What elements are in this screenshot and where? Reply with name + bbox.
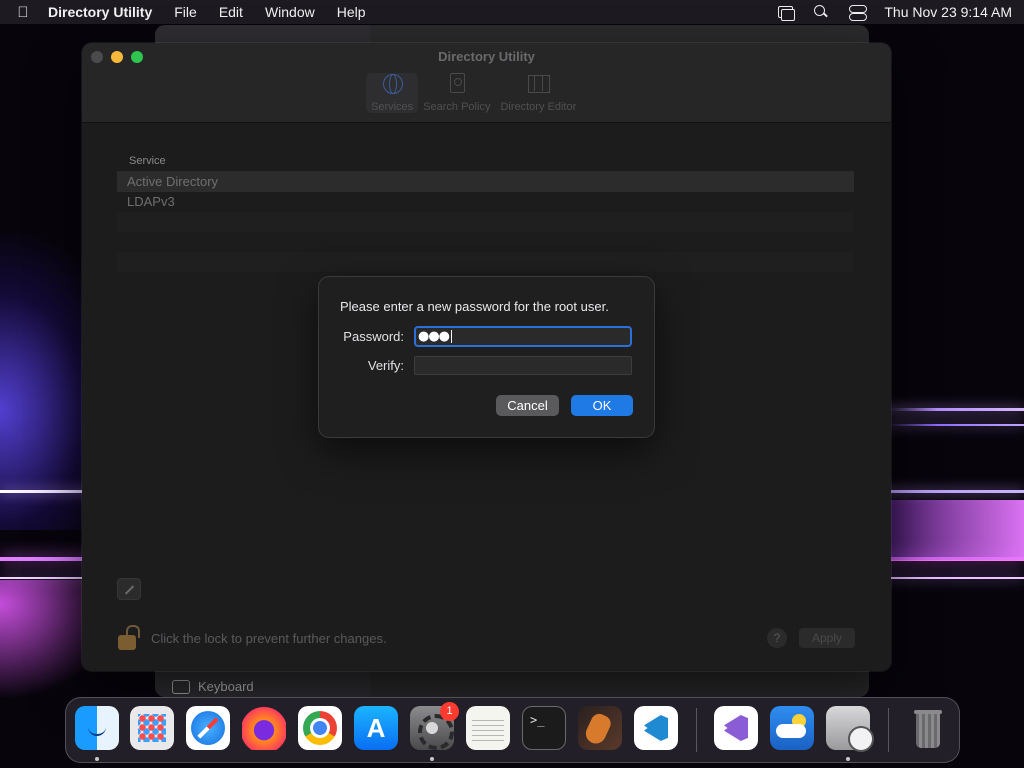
cancel-button[interactable]: Cancel xyxy=(496,395,559,416)
toolbar-directory-editor[interactable]: Directory Editor xyxy=(495,73,581,113)
menu-bar:  Directory Utility File Edit Window Hel… xyxy=(0,0,1024,24)
settings-icon[interactable]: 1 xyxy=(410,702,459,750)
directory-utility-icon[interactable] xyxy=(826,706,874,752)
wallpaper-glow xyxy=(874,500,1024,560)
text-caret xyxy=(451,330,453,343)
wallpaper-band xyxy=(880,424,1024,426)
trash-icon[interactable] xyxy=(906,706,950,750)
document-search-icon xyxy=(445,73,469,95)
password-value: ●●● xyxy=(418,329,450,344)
sidebar-item-label: Keyboard xyxy=(198,679,254,694)
table-row[interactable]: LDAPv3 xyxy=(117,192,854,212)
edit-service-button[interactable] xyxy=(117,578,141,600)
safari-icon[interactable] xyxy=(186,706,230,750)
visualstudio-icon[interactable] xyxy=(714,706,758,750)
running-indicator xyxy=(846,757,850,761)
chrome-icon[interactable] xyxy=(298,706,342,750)
pencil-icon xyxy=(124,585,135,595)
vscode-icon[interactable] xyxy=(634,706,678,750)
lock-message: Click the lock to prevent further change… xyxy=(151,630,387,646)
map-icon xyxy=(526,73,551,95)
globe-icon xyxy=(380,73,404,95)
toolbar-search-policy[interactable]: Search Policy xyxy=(418,73,495,113)
textedit-icon[interactable] xyxy=(466,706,510,750)
table-row-empty xyxy=(117,232,854,252)
dock: 1 xyxy=(65,697,960,763)
notification-badge: 1 xyxy=(440,702,459,721)
sidebar-item-keyboard[interactable]: Keyboard xyxy=(172,679,254,694)
control-center-icon[interactable] xyxy=(848,5,868,21)
toolbar-services[interactable]: Services xyxy=(366,73,419,113)
apply-button[interactable]: Apply xyxy=(799,628,855,648)
dialog-message: Please enter a new password for the root… xyxy=(340,299,609,314)
launchpad-icon[interactable] xyxy=(130,706,174,750)
keyboard-icon xyxy=(172,679,190,694)
password-label: Password: xyxy=(343,329,404,344)
menu-edit[interactable]: Edit xyxy=(219,4,243,20)
window-footer: Click the lock to prevent further change… xyxy=(118,623,855,653)
spotlight-search-icon[interactable] xyxy=(812,5,830,19)
help-button[interactable]: ? xyxy=(767,628,787,648)
menu-file[interactable]: File xyxy=(174,4,197,20)
finder-icon[interactable] xyxy=(75,706,119,750)
appstore-icon[interactable] xyxy=(354,706,398,750)
table-header-service[interactable]: Service xyxy=(117,150,854,172)
table-row-empty xyxy=(117,252,854,272)
menu-window[interactable]: Window xyxy=(265,4,315,20)
running-indicator xyxy=(95,757,99,761)
terminal-icon[interactable] xyxy=(522,706,566,750)
app-menu[interactable]: Directory Utility xyxy=(48,4,152,20)
table-row-empty xyxy=(117,212,854,232)
root-password-dialog: Please enter a new password for the root… xyxy=(319,277,654,437)
garageband-icon[interactable] xyxy=(578,706,622,750)
apple-menu-icon[interactable]:  xyxy=(12,4,34,21)
toolbar-label: Directory Editor xyxy=(500,101,577,113)
dock-divider xyxy=(888,708,889,752)
dock-divider xyxy=(696,708,697,752)
wallpaper-band xyxy=(880,408,1024,411)
toolbar-label: Services xyxy=(371,101,414,113)
table-row[interactable]: Active Directory xyxy=(117,172,854,192)
password-field[interactable]: ●●● xyxy=(414,326,632,347)
menu-bar-clock[interactable]: Thu Nov 23 9:14 AM xyxy=(884,4,1012,20)
lock-icon[interactable] xyxy=(118,625,136,651)
window-toolbar: Services Search Policy Directory Editor xyxy=(366,73,581,113)
screen-mirroring-icon[interactable] xyxy=(776,5,796,21)
firefox-icon[interactable] xyxy=(242,706,286,750)
running-indicator xyxy=(430,757,434,761)
menu-bar-extras: Thu Nov 23 9:14 AM xyxy=(758,4,1012,21)
verify-label: Verify: xyxy=(367,358,404,373)
window-titlebar: Directory Utility Services Search Policy… xyxy=(82,43,891,123)
weather-icon[interactable] xyxy=(770,706,814,750)
verify-password-field[interactable] xyxy=(414,356,632,375)
ok-button[interactable]: OK xyxy=(571,395,633,416)
toolbar-label: Search Policy xyxy=(423,101,491,113)
menu-help[interactable]: Help xyxy=(337,4,366,20)
window-title: Directory Utility xyxy=(438,49,535,64)
